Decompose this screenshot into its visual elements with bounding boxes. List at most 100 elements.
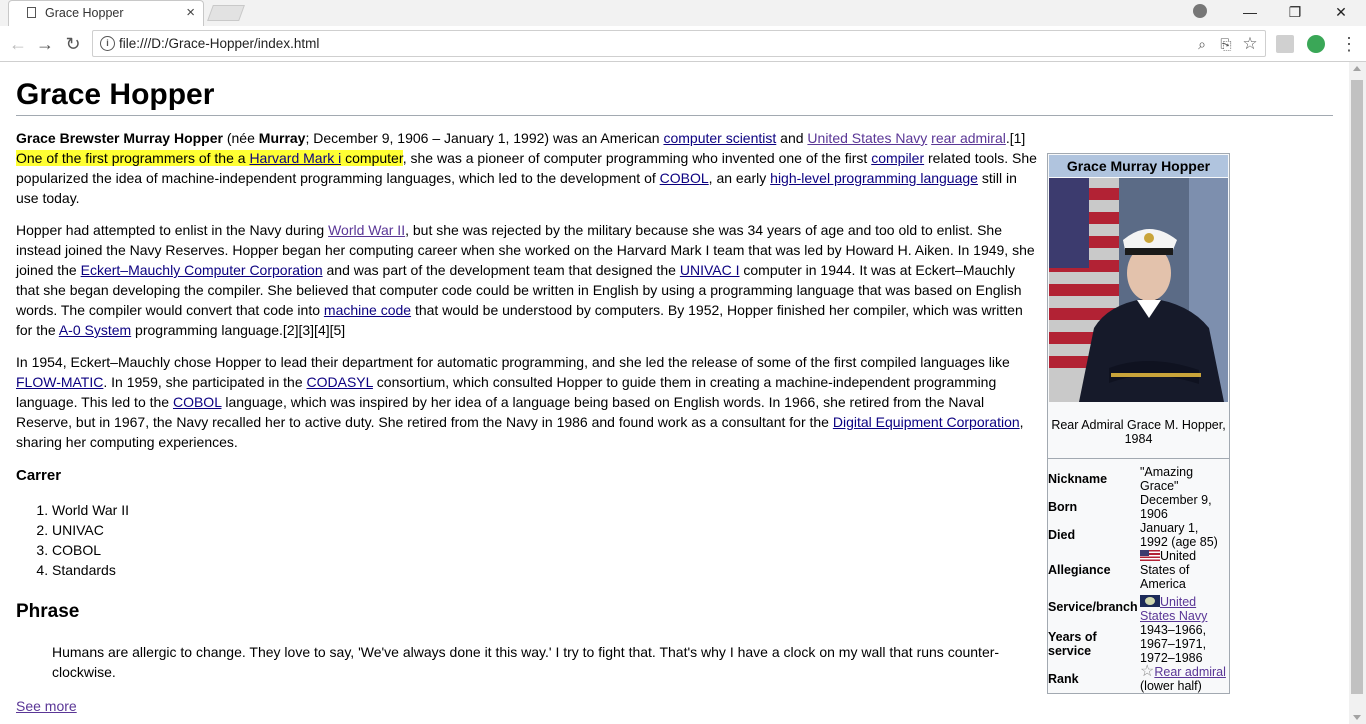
- link-eckert-mauchly[interactable]: Eckert–Mauchly Computer Corporation: [81, 262, 323, 278]
- star-icon[interactable]: ☆: [1241, 35, 1259, 53]
- text: In 1954, Eckert–Mauchly chose Hopper to …: [16, 354, 1010, 370]
- link-flow-matic[interactable]: FLOW-MATIC: [16, 374, 103, 390]
- bold-name: Grace Brewster Murray Hopper: [16, 130, 223, 146]
- list-item: COBOL: [52, 540, 1041, 560]
- browser-toolbar: ← → ↻ i ⌕ ⎘ ☆ ⋮: [0, 26, 1366, 62]
- row-label: Died: [1048, 528, 1076, 542]
- row-label: Allegiance: [1048, 563, 1111, 577]
- phrase-heading: Phrase: [16, 601, 80, 622]
- url-input[interactable]: [119, 34, 1179, 53]
- see-more-link[interactable]: See more: [16, 698, 77, 714]
- list-item: World War II: [52, 500, 1041, 520]
- link-compiler[interactable]: compiler: [871, 150, 924, 166]
- reload-icon[interactable]: ↻: [62, 33, 84, 55]
- text: , she was a pioneer of computer programm…: [402, 150, 872, 166]
- page-viewport: Grace Hopper Grace Brewster Murray Hoppe…: [0, 62, 1349, 724]
- highlighted-text: computer: [341, 150, 403, 166]
- link-harvard-mark-i[interactable]: Harvard Mark i: [249, 150, 342, 166]
- row-value: January 1, 1992 (age 85): [1140, 521, 1218, 549]
- pdf-extension-icon[interactable]: [1276, 35, 1294, 53]
- ublock-extension-icon[interactable]: [1307, 35, 1325, 53]
- navy-flag-icon: [1140, 595, 1160, 607]
- row-label: Nickname: [1048, 472, 1108, 486]
- text: and was part of the development team tha…: [322, 262, 680, 278]
- link-a0-system[interactable]: A-0 System: [59, 322, 131, 338]
- row-value: United States Navy: [1140, 591, 1228, 623]
- title-divider: [16, 115, 1333, 116]
- quote: Humans are allergic to change. They love…: [52, 644, 1000, 680]
- list-item: UNIVAC: [52, 520, 1041, 540]
- text: , an early: [708, 170, 771, 186]
- window-close-icon[interactable]: ✕: [1318, 0, 1364, 24]
- link-cobol[interactable]: COBOL: [660, 170, 709, 186]
- restore-icon[interactable]: ❐: [1272, 0, 1318, 24]
- row-value: ☆Rear admiral (lower half): [1140, 663, 1228, 694]
- later-career-paragraph: In 1954, Eckert–Mauchly chose Hopper to …: [16, 352, 1041, 452]
- row-service: Service/branch United States Navy: [1048, 591, 1229, 623]
- link-high-level-language[interactable]: high-level programming language: [770, 170, 978, 186]
- minimize-icon[interactable]: —: [1227, 0, 1273, 24]
- row-nickname: Nickname "Amazing Grace": [1048, 465, 1229, 493]
- link-codasyl[interactable]: CODASYL: [307, 374, 373, 390]
- row-value: "Amazing Grace": [1140, 465, 1194, 493]
- text: ; December 9, 1906 – January 1, 1992) wa…: [305, 130, 664, 146]
- row-label: Rank: [1048, 672, 1079, 686]
- scroll-down-icon[interactable]: [1353, 715, 1361, 720]
- address-bar[interactable]: i ⌕ ⎘ ☆: [92, 30, 1266, 57]
- row-years: Years of service 1943–1966, 1967–1971, 1…: [1048, 623, 1229, 665]
- us-flag-icon: [1140, 550, 1160, 561]
- career-heading: Carrer: [16, 467, 62, 484]
- tab-strip: Grace Hopper × — ❐ ✕: [0, 0, 1366, 26]
- career-list: World War II UNIVAC COBOL Standards: [16, 500, 1041, 580]
- infobox-rows: Nickname "Amazing Grace" Born December 9…: [1048, 459, 1229, 693]
- zoom-icon[interactable]: ⌕: [1193, 35, 1211, 53]
- highlighted-text: One of the first programmers of the a: [16, 150, 250, 166]
- menu-icon[interactable]: ⋮: [1338, 33, 1360, 55]
- link-rear-admiral[interactable]: rear admiral: [931, 130, 1006, 146]
- text: programming language.[2][3][4][5]: [131, 322, 346, 338]
- link-computer-scientist[interactable]: computer scientist: [663, 130, 776, 146]
- scroll-up-icon[interactable]: [1353, 66, 1361, 71]
- article-body: Grace Brewster Murray Hopper (née Murray…: [16, 128, 1041, 716]
- rank-suffix: (lower half): [1140, 679, 1202, 693]
- tab-grace-hopper[interactable]: Grace Hopper ×: [8, 0, 204, 26]
- link-rank-rear-admiral[interactable]: Rear admiral: [1154, 665, 1226, 679]
- tab-title: Grace Hopper: [45, 6, 124, 20]
- intro-paragraph: Grace Brewster Murray Hopper (née Murray…: [16, 128, 1041, 208]
- translate-icon[interactable]: ⎘: [1217, 35, 1235, 53]
- link-cobol-2[interactable]: COBOL: [173, 394, 222, 410]
- row-value: December 9, 1906: [1140, 493, 1212, 521]
- infobox-title: Grace Murray Hopper: [1049, 155, 1228, 177]
- back-icon[interactable]: ←: [7, 33, 29, 55]
- row-value: United States of America: [1140, 549, 1228, 591]
- profile-icon[interactable]: [1193, 4, 1207, 18]
- link-united-states-navy[interactable]: United States Navy: [807, 130, 927, 146]
- row-died: Died January 1, 1992 (age 85): [1048, 521, 1229, 549]
- row-value: 1943–1966, 1967–1971, 1972–1986: [1140, 623, 1207, 665]
- row-label: Born: [1048, 500, 1078, 514]
- row-allegiance: Allegiance United States of America: [1048, 549, 1229, 591]
- list-item: Standards: [52, 560, 1041, 580]
- row-rank: Rank ☆Rear admiral (lower half): [1048, 663, 1229, 694]
- rank-insignia-icon: ☆: [1140, 663, 1155, 680]
- link-univac-i[interactable]: UNIVAC I: [680, 262, 740, 278]
- row-label: Years of service: [1048, 630, 1097, 658]
- vertical-scrollbar[interactable]: [1349, 62, 1366, 724]
- link-world-war-ii[interactable]: World War II: [328, 222, 405, 238]
- infobox: Grace Murray Hopper Rear Admiral Grace M…: [1047, 153, 1230, 694]
- info-icon[interactable]: i: [100, 36, 115, 51]
- bold-maiden-name: Murray: [258, 130, 306, 146]
- text: (née: [222, 130, 259, 146]
- scrollbar-thumb[interactable]: [1351, 80, 1363, 694]
- forward-icon[interactable]: →: [34, 33, 56, 55]
- new-tab-button[interactable]: [207, 5, 245, 21]
- row-born: Born December 9, 1906: [1048, 493, 1229, 521]
- text: .[1]: [1005, 130, 1026, 146]
- tab-close-icon[interactable]: ×: [186, 4, 195, 21]
- link-digital-equipment[interactable]: Digital Equipment Corporation: [833, 414, 1020, 430]
- page-title: Grace Hopper: [16, 78, 215, 111]
- page-icon: [27, 7, 36, 18]
- link-machine-code[interactable]: machine code: [324, 302, 411, 318]
- portrait-image[interactable]: [1049, 178, 1228, 402]
- text: and: [776, 130, 808, 146]
